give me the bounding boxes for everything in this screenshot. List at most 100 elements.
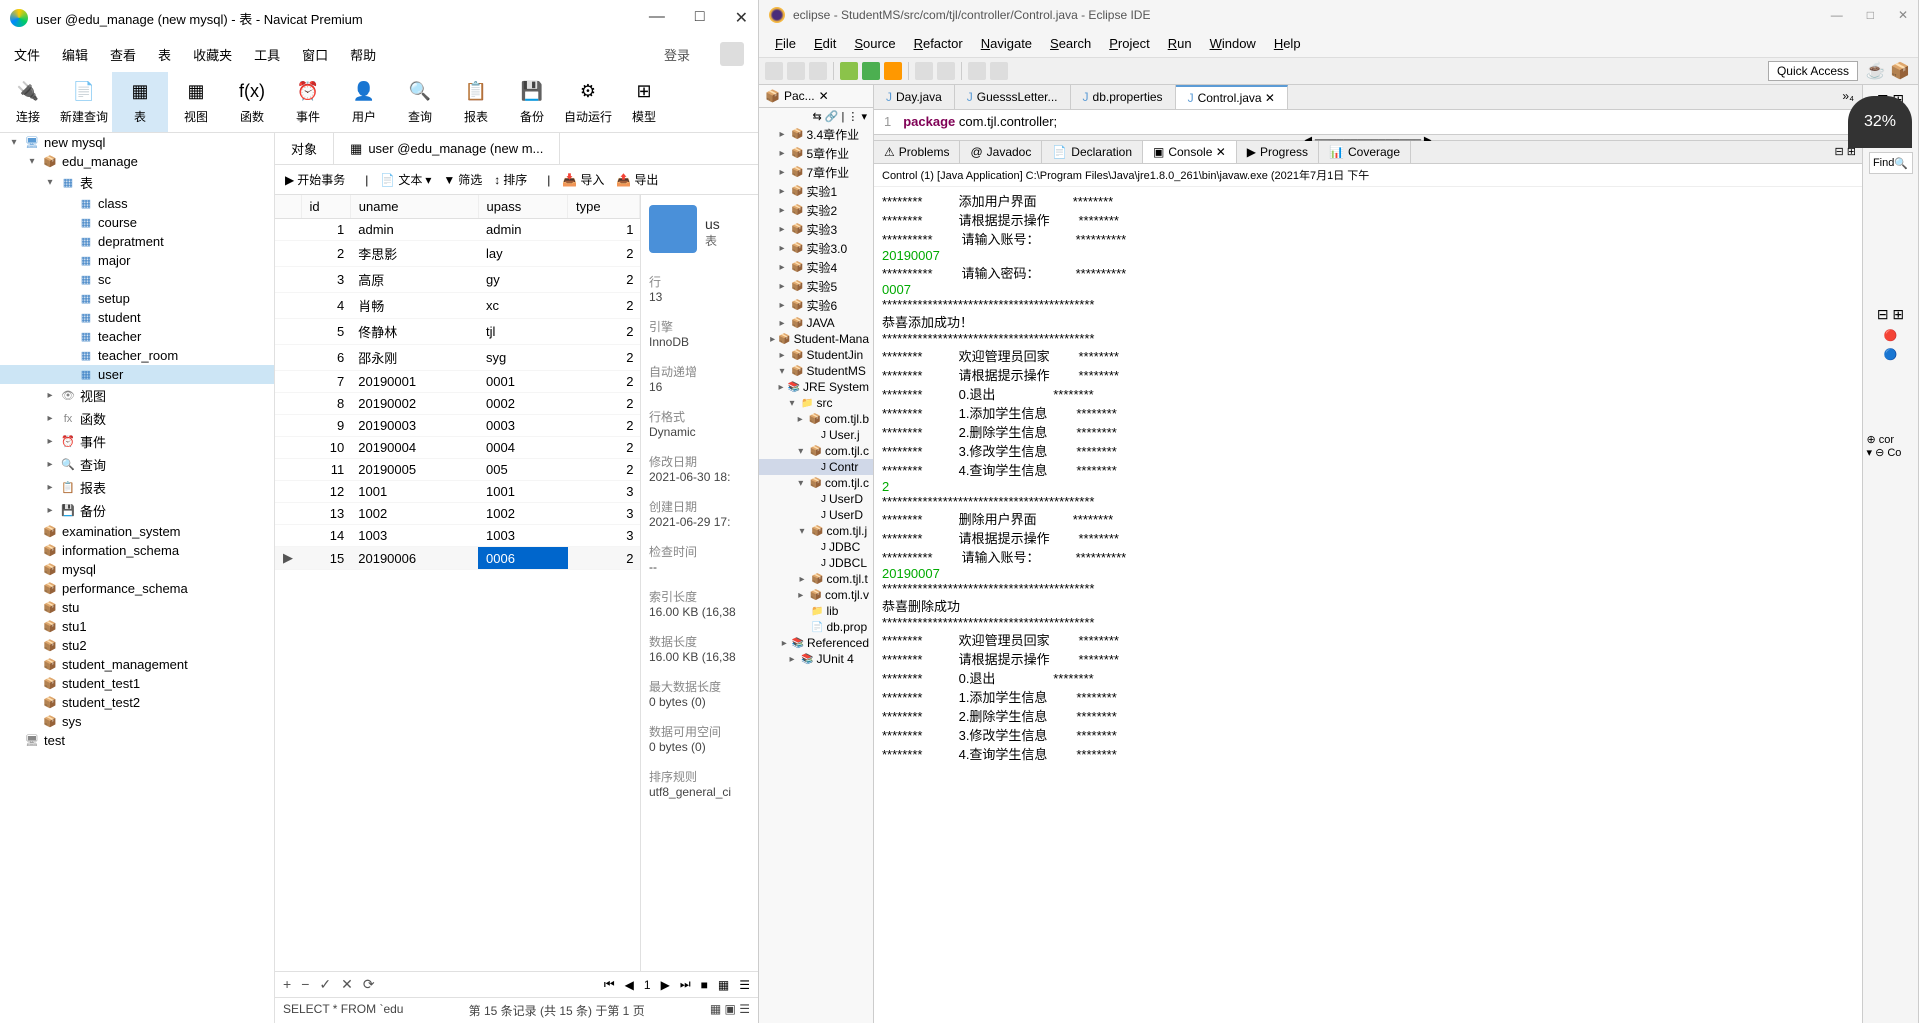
- tree-item[interactable]: ▦depratment: [0, 232, 274, 251]
- menu-item[interactable]: Run: [1160, 34, 1200, 53]
- view-tab-declaration[interactable]: 📄 Declaration: [1042, 141, 1143, 163]
- save-all-icon[interactable]: [809, 62, 827, 80]
- table-row[interactable]: 3高原gy2: [275, 267, 640, 293]
- cancel-edit-button[interactable]: ✕: [341, 976, 353, 993]
- view-tab-coverage[interactable]: 📊 Coverage: [1319, 141, 1411, 163]
- next-page-button[interactable]: ▶: [661, 978, 670, 992]
- tree-item[interactable]: ▸👁视图: [0, 384, 274, 407]
- project-tree-item[interactable]: JUser.j: [759, 427, 873, 443]
- menu-item[interactable]: Window: [1202, 34, 1264, 53]
- menu-item[interactable]: 窗口: [302, 45, 328, 64]
- maximize-button[interactable]: □: [695, 8, 705, 28]
- code-editor[interactable]: 1package com.tjl.controller;: [874, 110, 1862, 135]
- breakpoints-icon[interactable]: 🔴: [1884, 329, 1898, 342]
- menu-item[interactable]: 工具: [254, 45, 280, 64]
- last-page-button[interactable]: ⏭: [680, 977, 691, 992]
- toolbar-自动运行[interactable]: ⚙自动运行: [560, 72, 616, 132]
- login-link[interactable]: 登录: [664, 45, 690, 64]
- project-tree-item[interactable]: ▸📦实验5: [759, 277, 873, 296]
- tree-item[interactable]: ▦user: [0, 365, 274, 384]
- menu-item[interactable]: Source: [846, 34, 903, 53]
- menu-item[interactable]: 收藏夹: [193, 45, 232, 64]
- tree-item[interactable]: ▸fx函数: [0, 407, 274, 430]
- data-grid[interactable]: idunameupasstype1adminadmin12李思影lay23高原g…: [275, 195, 640, 971]
- table-row[interactable]: 4肖畅xc2: [275, 293, 640, 319]
- tree-item[interactable]: ▦sc: [0, 270, 274, 289]
- project-tree-item[interactable]: ▸📦3.4章作业: [759, 125, 873, 144]
- quick-access-box[interactable]: Quick Access: [1768, 61, 1858, 81]
- table-row[interactable]: 1adminadmin1: [275, 219, 640, 241]
- project-tree-item[interactable]: ▸📦7章作业: [759, 163, 873, 182]
- project-tree-item[interactable]: ▸📦Student-Mana: [759, 331, 873, 347]
- toolbar-模型[interactable]: ⊞模型: [616, 72, 672, 132]
- tree-item[interactable]: ▸📋报表: [0, 476, 274, 499]
- toolbar-视图[interactable]: ▦视图: [168, 72, 224, 132]
- menu-item[interactable]: 文件: [14, 45, 40, 64]
- table-row[interactable]: 102019000400042: [275, 437, 640, 459]
- view-tab-console[interactable]: ▣ Console ✕: [1143, 141, 1237, 163]
- project-tree-item[interactable]: ▸📦5章作业: [759, 144, 873, 163]
- menu-item[interactable]: 编辑: [62, 45, 88, 64]
- project-tree-item[interactable]: ▸📦com.tjl.v: [759, 587, 873, 603]
- add-row-button[interactable]: +: [283, 976, 291, 993]
- delete-row-button[interactable]: −: [301, 976, 309, 993]
- tree-item[interactable]: 📦performance_schema: [0, 579, 274, 598]
- menu-item[interactable]: Edit: [806, 34, 844, 53]
- toolbar-连接[interactable]: 🔌连接: [0, 72, 56, 132]
- menu-item[interactable]: Search: [1042, 34, 1099, 53]
- column-header[interactable]: id: [301, 195, 350, 219]
- text-button[interactable]: 📄 文本 ▾: [380, 171, 431, 188]
- outline-item[interactable]: Co: [1887, 447, 1901, 459]
- column-header[interactable]: uname: [350, 195, 478, 219]
- tree-item[interactable]: ▾📦edu_manage: [0, 152, 274, 171]
- tree-item[interactable]: ▦student: [0, 308, 274, 327]
- table-row[interactable]: 13100210023: [275, 503, 640, 525]
- editor-tab[interactable]: J GuesssLetter...: [955, 85, 1071, 109]
- column-header[interactable]: type: [568, 195, 640, 219]
- stop-button[interactable]: ■: [701, 978, 708, 992]
- menu-item[interactable]: Help: [1266, 34, 1309, 53]
- toolbar-函数[interactable]: f(x)函数: [224, 72, 280, 132]
- tree-item[interactable]: ▦teacher_room: [0, 346, 274, 365]
- tree-item[interactable]: 📦student_test1: [0, 674, 274, 693]
- search-icon[interactable]: [968, 62, 986, 80]
- project-tree-item[interactable]: JJDBC: [759, 539, 873, 555]
- tree-item[interactable]: 📦information_schema: [0, 541, 274, 560]
- coverage-icon[interactable]: [884, 62, 902, 80]
- editor-tab[interactable]: J Control.java ✕: [1176, 85, 1288, 109]
- view-tab-javadoc[interactable]: @ Javadoc: [960, 141, 1042, 163]
- project-tree-item[interactable]: JJDBCL: [759, 555, 873, 571]
- project-tree-item[interactable]: ▾📦com.tjl.c: [759, 475, 873, 491]
- table-row[interactable]: 6邵永刚syg2: [275, 345, 640, 371]
- editor-tab[interactable]: J db.properties: [1071, 85, 1176, 109]
- project-tree-item[interactable]: JUserD: [759, 491, 873, 507]
- minimize-button[interactable]: —: [649, 8, 665, 28]
- filter-button[interactable]: ▼ 筛选: [443, 171, 482, 188]
- package-explorer-tab[interactable]: 📦 Pac... ✕: [759, 85, 873, 108]
- perspective-icon[interactable]: ☕ 📦: [1866, 61, 1910, 81]
- tree-item[interactable]: 📦sys: [0, 712, 274, 731]
- toggle-icon[interactable]: [990, 62, 1008, 80]
- project-tree-item[interactable]: ▸📦实验6: [759, 296, 873, 315]
- tab[interactable]: ▦user @edu_manage (new m...: [334, 133, 560, 164]
- tree-item[interactable]: ▸⏰事件: [0, 430, 274, 453]
- maximize-button[interactable]: □: [1867, 8, 1874, 22]
- tree-item[interactable]: 🖥test: [0, 731, 274, 750]
- table-row[interactable]: 92019000300032: [275, 415, 640, 437]
- tree-item[interactable]: 📦mysql: [0, 560, 274, 579]
- first-page-button[interactable]: ⏮: [604, 977, 615, 992]
- tree-item[interactable]: ▦teacher: [0, 327, 274, 346]
- toolbar-查询[interactable]: 🔍查询: [392, 72, 448, 132]
- find-box[interactable]: Find 🔍: [1869, 152, 1913, 174]
- menu-item[interactable]: File: [767, 34, 804, 53]
- menu-item[interactable]: 帮助: [350, 45, 376, 64]
- menu-item[interactable]: Project: [1101, 34, 1157, 53]
- close-button[interactable]: ✕: [735, 8, 748, 28]
- project-tree-item[interactable]: 📄db.prop: [759, 619, 873, 635]
- prev-page-button[interactable]: ◀: [625, 978, 634, 992]
- table-row[interactable]: 72019000100012: [275, 371, 640, 393]
- project-tree-item[interactable]: ▸📚JUnit 4: [759, 651, 873, 667]
- close-button[interactable]: ✕: [1898, 8, 1908, 22]
- import-button[interactable]: 📥 导入: [562, 171, 604, 188]
- sort-button[interactable]: ↕ 排序: [494, 171, 527, 188]
